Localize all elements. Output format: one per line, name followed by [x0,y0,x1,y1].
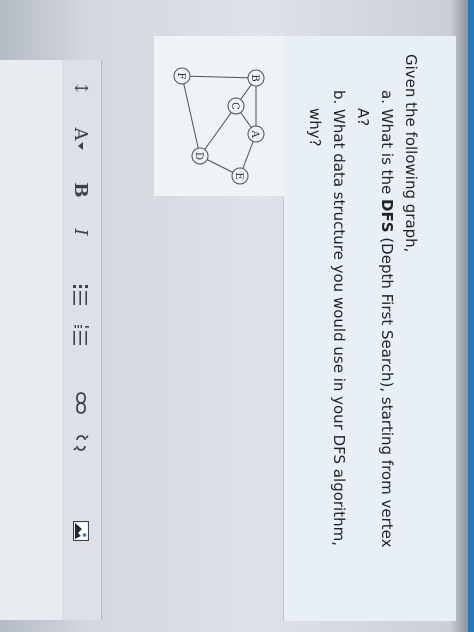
question-part-b: b. What data structure you would use in … [330,90,348,546]
node-D-label: D [193,152,204,160]
remove-link-button[interactable] [69,430,93,456]
accent-strip [468,0,474,632]
node-B-label: B [249,74,260,81]
paragraph-icon: ↕ [70,80,92,96]
node-A-label: A [249,129,260,138]
link-icon [76,392,86,414]
part-a-suffix: (Depth First Search), starting from vert… [378,232,396,548]
photo-stage: Given the following graph, a. What is th… [0,0,474,632]
rotated-content-frame: Given the following graph, a. What is th… [0,0,474,632]
edge-B-F [181,75,257,79]
unordered-list-button[interactable] [69,282,93,308]
node-F-label: F [175,73,186,80]
part-a-strong: DFS [378,199,396,233]
font-color-button[interactable]: A [69,122,93,156]
answer-editor[interactable] [0,60,62,620]
editor-toolbar: ↕ A B I [60,60,102,620]
insert-link-button[interactable] [69,390,93,416]
paragraph-button[interactable]: ↕ [69,78,93,98]
question-part-b-continuation: why? [306,108,324,147]
chevron-down-icon [78,141,83,150]
font-color-label: A [70,127,92,141]
insert-image-button[interactable] [69,518,93,544]
image-icon [73,521,89,541]
italic-button[interactable]: I [69,220,93,244]
question-panel: Given the following graph, a. What is th… [283,36,456,621]
bulleted-list-icon [73,285,88,305]
ordered-list-button[interactable] [69,322,93,348]
graph-figure: A B C D E F [154,36,284,196]
edge-F-D [181,75,201,157]
numbered-list-icon [73,325,89,345]
bold-label: B [70,182,92,198]
question-part-a-continuation: A? [354,108,372,127]
unlink-icon [73,435,89,451]
question-part-a: a. What is the DFS (Depth First Search),… [378,90,396,547]
edge-C-D [199,105,237,157]
graph-svg: A B C D E F [173,67,265,185]
italic-label: I [70,228,92,236]
node-C-label: C [229,102,240,110]
part-a-prefix: a. What is the [378,90,396,200]
question-intro: Given the following graph, [402,54,420,253]
bold-button[interactable]: B [69,178,93,202]
node-E-label: E [233,172,244,179]
